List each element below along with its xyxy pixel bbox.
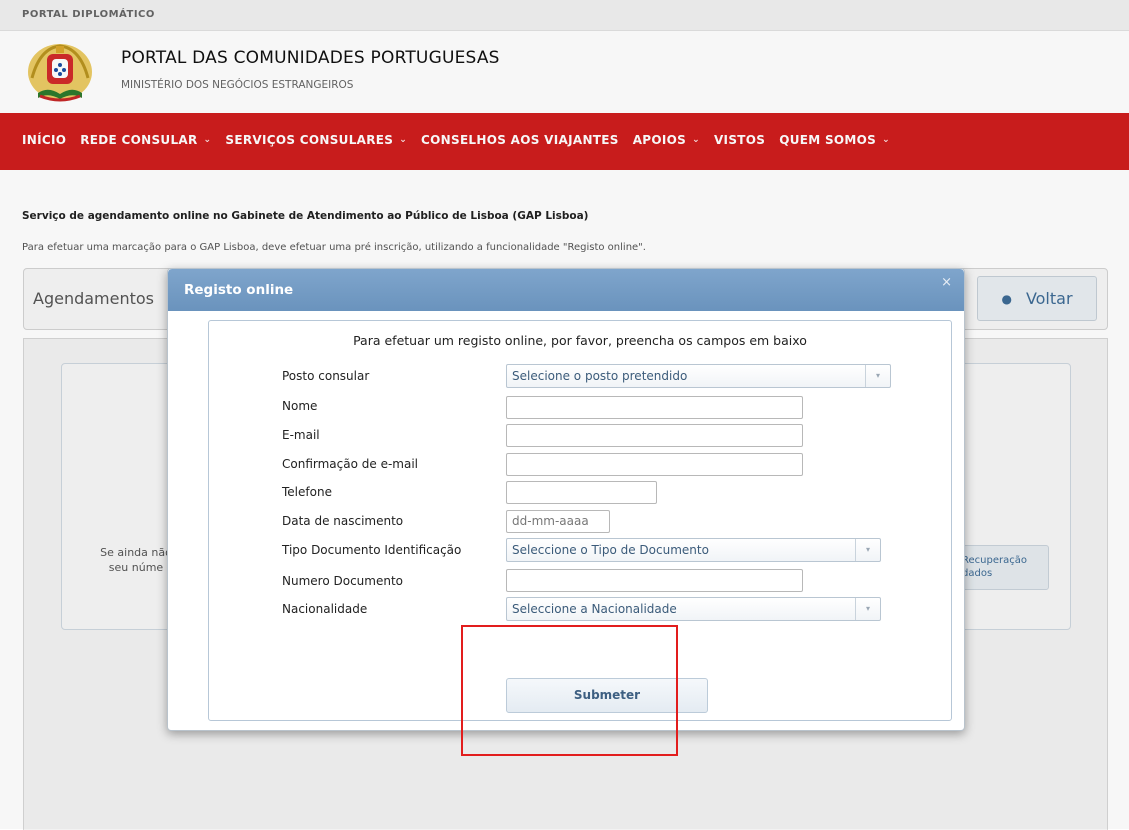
email-confirmation-label: Confirmação de e-mail bbox=[282, 457, 418, 471]
posto-consular-label: Posto consular bbox=[282, 369, 370, 383]
telefone-label: Telefone bbox=[282, 485, 332, 499]
tipo-documento-value: Seleccione o Tipo de Documento bbox=[512, 543, 709, 557]
form-intro: Para efetuar um registo online, por favo… bbox=[353, 333, 807, 348]
email-confirmation-input[interactable] bbox=[506, 453, 803, 476]
nome-input[interactable] bbox=[506, 396, 803, 419]
tipo-documento-label: Tipo Documento Identificação bbox=[282, 543, 462, 557]
nacionalidade-label: Nacionalidade bbox=[282, 602, 368, 616]
nacionalidade-select[interactable]: Seleccione a Nacionalidade ▾ bbox=[506, 597, 881, 621]
data-nascimento-input[interactable]: dd-mm-aaaa bbox=[506, 510, 610, 533]
numero-documento-input[interactable] bbox=[506, 569, 803, 592]
tipo-documento-select[interactable]: Seleccione o Tipo de Documento ▾ bbox=[506, 538, 881, 562]
nome-label: Nome bbox=[282, 399, 318, 413]
email-input[interactable] bbox=[506, 424, 803, 447]
highlight-box bbox=[461, 625, 678, 756]
nacionalidade-value: Seleccione a Nacionalidade bbox=[512, 602, 677, 616]
modal-header: Registo online × bbox=[168, 269, 964, 311]
numero-documento-label: Numero Documento bbox=[282, 574, 403, 588]
dropdown-arrow-icon: ▾ bbox=[865, 365, 890, 387]
modal-title: Registo online bbox=[184, 282, 294, 298]
posto-consular-select[interactable]: Selecione o posto pretendido ▾ bbox=[506, 364, 891, 388]
close-icon[interactable]: × bbox=[941, 275, 952, 290]
email-label: E-mail bbox=[282, 428, 320, 442]
dropdown-arrow-icon: ▾ bbox=[855, 598, 880, 620]
dropdown-arrow-icon: ▾ bbox=[855, 539, 880, 561]
data-nascimento-label: Data de nascimento bbox=[282, 514, 404, 528]
posto-consular-value: Selecione o posto pretendido bbox=[512, 369, 688, 383]
telefone-input[interactable] bbox=[506, 481, 657, 504]
